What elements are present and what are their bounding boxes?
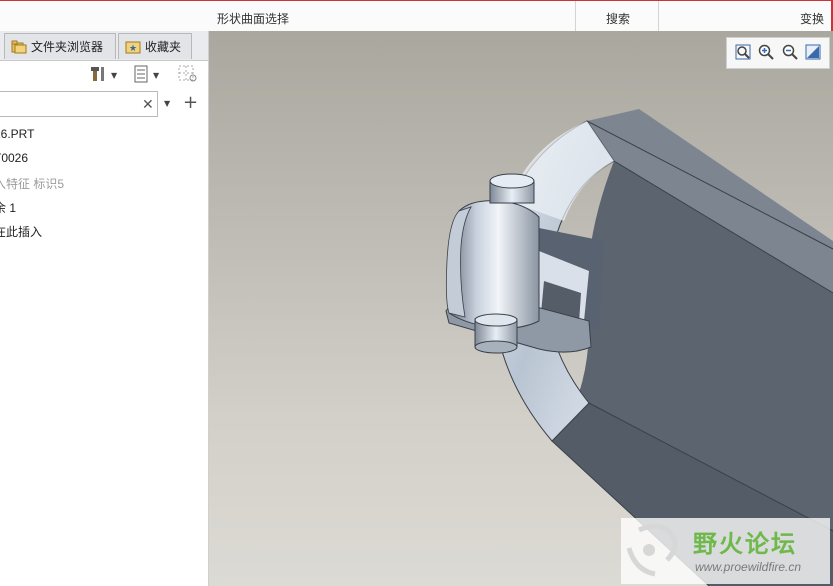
tab-folder-browser-label: 文件夹浏览器 (31, 40, 104, 54)
navigator-tabs: 文件夹浏览器 ★ 收藏夹 (0, 31, 208, 61)
repaint-icon (805, 44, 821, 63)
tree-item-model[interactable]: 26.PRT (0, 127, 34, 147)
zoom-in-icon (758, 44, 774, 63)
tab-favorites[interactable]: ★ 收藏夹 (118, 33, 192, 59)
part-model (445, 109, 833, 586)
ribbon-separator (575, 1, 576, 31)
add-icon[interactable]: + (183, 92, 198, 113)
tools-icon (90, 65, 108, 86)
chevron-down-icon: ▼ (111, 70, 118, 80)
refit-icon (735, 44, 751, 63)
watermark-logo (626, 523, 678, 577)
refit-button[interactable] (733, 43, 753, 63)
tree-item-insert-here[interactable]: 在此插入 (0, 223, 42, 243)
forum-watermark: 野火论坛 www.proewildfire.cn (621, 518, 830, 584)
ribbon-group-transform[interactable]: 变换 (800, 10, 824, 27)
tree-item-insert-feature[interactable]: 入特征 标识5 (0, 175, 64, 195)
tree-item-remove[interactable]: 余 1 (0, 199, 16, 219)
graphics-viewport[interactable]: 野火论坛 www.proewildfire.cn (209, 31, 833, 586)
list-icon (133, 65, 149, 86)
zoom-out-button[interactable] (780, 43, 800, 63)
show-options-button[interactable]: ▼ (133, 65, 159, 85)
svg-text:★: ★ (129, 44, 137, 54)
tab-favorites-label: 收藏夹 (145, 40, 182, 54)
ribbon-group-bar: 形状曲面选择 搜索 变换 (0, 0, 833, 32)
ribbon-separator (658, 1, 659, 31)
settings-tools-button[interactable]: ▼ (90, 65, 117, 85)
filter-button[interactable] (178, 65, 198, 85)
watermark-url: www.proewildfire.cn (695, 560, 802, 574)
chevron-down-icon[interactable]: ▼ (164, 99, 170, 108)
ribbon-group-search[interactable]: 搜索 (606, 10, 630, 27)
navigator-panel: 文件夹浏览器 ★ 收藏夹 ▼ ▼ ✕ ▼ + 6.PRT 0026 入特征 标识… (0, 31, 209, 586)
tree-search-row: ✕ ▼ + (0, 89, 208, 121)
tree-item-layer[interactable]: T0026 (0, 151, 28, 171)
watermark-title: 野火论坛 (693, 530, 797, 558)
repaint-button[interactable] (803, 43, 823, 63)
ribbon-group-shape-surface[interactable]: 形状曲面选择 (217, 10, 289, 27)
tree-search-input[interactable]: ✕ (0, 91, 158, 117)
clear-icon[interactable]: ✕ (142, 97, 154, 113)
chevron-down-icon: ▼ (153, 70, 160, 80)
folder-browser-icon (11, 40, 27, 54)
favorites-icon: ★ (125, 40, 141, 54)
zoom-out-icon (782, 44, 798, 63)
navigator-toolbar: ▼ ▼ (0, 61, 208, 89)
view-toolbar (726, 37, 830, 69)
zoom-in-button[interactable] (756, 43, 776, 63)
filter-grid-icon (178, 65, 198, 86)
tab-folder-browser[interactable]: 文件夹浏览器 (4, 33, 116, 59)
